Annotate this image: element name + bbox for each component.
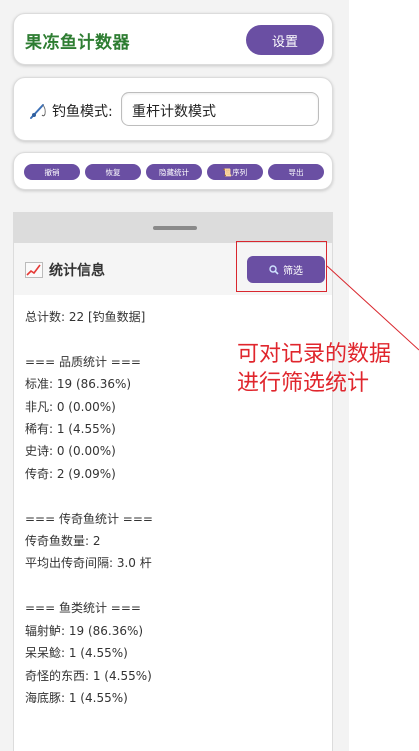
- annotation-text: 可对记录的数据 进行筛选统计: [237, 342, 392, 396]
